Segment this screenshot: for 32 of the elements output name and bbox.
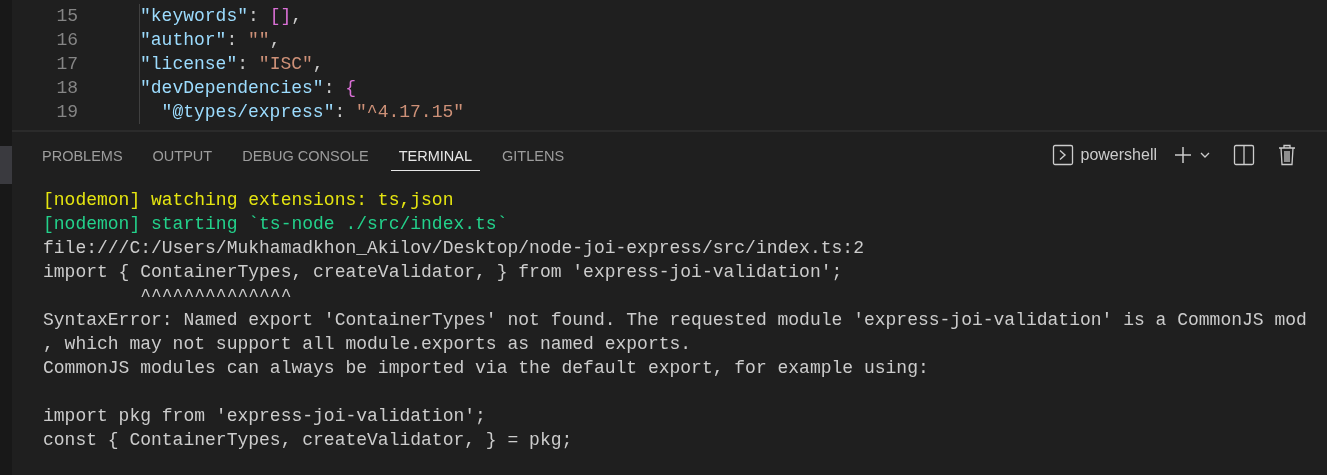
code-line: "devDependencies": {: [139, 76, 357, 100]
terminal-line: import pkg from 'express-joi-validation';: [43, 405, 487, 428]
panel-tab[interactable]: OUTPUT: [144, 139, 221, 171]
terminal-line: file:///C:/Users/Mukhamadkhon_Akilov/Desktop/node-joi-express/src/index.ts:2: [43, 237, 865, 260]
terminal-line: [nodemon] watching extensions: ts,json: [43, 189, 455, 212]
code-line: "author": "",: [139, 28, 281, 52]
panel-tab[interactable]: TERMINAL: [390, 139, 481, 171]
trash-icon[interactable]: [1277, 144, 1297, 166]
terminal-line: SyntaxError: Named export 'ContainerTypes' not found. The requested module 'express-joi-validation' is a CommonJS mod: [43, 309, 1308, 332]
plus-icon[interactable]: [1173, 145, 1193, 165]
line-number: 16: [55, 29, 78, 52]
terminal-profile-button[interactable]: powershell: [1051, 144, 1157, 166]
panel-tab[interactable]: GITLENS: [494, 139, 573, 171]
line-number: 18: [55, 77, 78, 100]
line-number: 17: [55, 53, 78, 76]
code-line: "license": "ISC",: [139, 52, 324, 76]
terminal-icon: [1051, 144, 1074, 166]
line-number: 19: [55, 101, 78, 124]
panel-tab[interactable]: PROBLEMS: [34, 139, 131, 171]
terminal-line: ^^^^^^^^^^^^^^: [139, 285, 293, 308]
terminal-line: [nodemon] starting `ts-node ./src/index.ts`: [43, 213, 509, 236]
terminal-line: CommonJS modules can always be imported via the default export, for example using:: [43, 357, 930, 380]
terminal-line: import { ContainerTypes, createValidator, } from 'express-joi-validation';: [43, 261, 844, 284]
terminal-line: , which may not support all module.exports as named exports.: [43, 333, 693, 356]
split-icon[interactable]: [1233, 144, 1255, 166]
shell-name: powershell: [1080, 146, 1157, 164]
line-number: 15: [55, 5, 78, 28]
sidebar-highlight: [0, 146, 12, 184]
panel-tab[interactable]: DEBUG CONSOLE: [234, 139, 377, 171]
terminal-line: const { ContainerTypes, createValidator, } = pkg;: [43, 429, 574, 452]
code-line: "keywords": [],: [139, 4, 303, 28]
code-line: "@types/express": "^4.17.15": [139, 100, 465, 124]
